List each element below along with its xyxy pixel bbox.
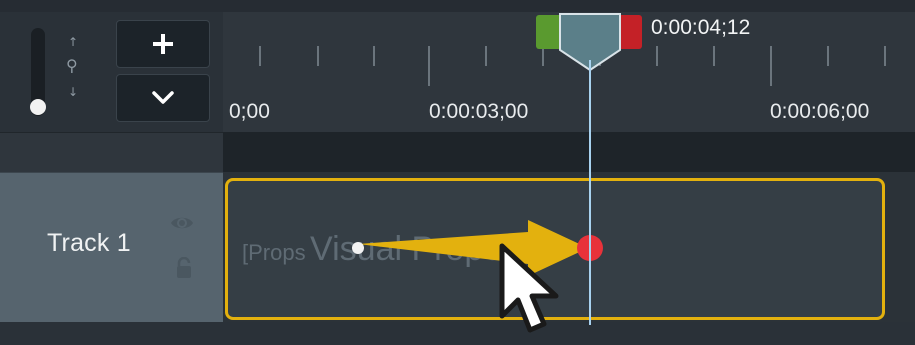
track-gap-header: [0, 132, 223, 173]
timeline-editor: ↑ ⚲ ↓ Track 1 0;00 0:00:03;00 0:00:06;00…: [0, 0, 915, 345]
chevron-down-icon: [152, 91, 174, 104]
ruler-top-strip: [223, 0, 915, 12]
track-header[interactable]: Track 1: [0, 172, 223, 323]
ruler-tick: [542, 46, 544, 66]
ruler-tick: [485, 46, 487, 66]
arrow-up-icon: ↑: [68, 35, 79, 49]
ruler-label: 0;00: [229, 100, 270, 123]
ruler-tick: [827, 46, 829, 66]
out-point-marker[interactable]: [620, 15, 642, 49]
ruler-tick: [884, 46, 886, 66]
timeline-tools-panel: ↑ ⚲ ↓ Track 1: [0, 0, 223, 345]
ruler-label: 0:00:03;00: [429, 100, 529, 123]
ruler-tick: [428, 46, 430, 86]
plus-icon: [153, 34, 173, 54]
track-name[interactable]: Track 1: [47, 229, 131, 258]
ruler-tick: [373, 46, 375, 66]
ruler-tick: [259, 46, 261, 66]
playhead-line[interactable]: [589, 60, 591, 325]
panel-top-strip: [0, 0, 223, 12]
ruler-tick: [770, 46, 772, 86]
animation-start-keyframe[interactable]: [352, 242, 364, 254]
eye-icon[interactable]: [170, 211, 194, 235]
arrow-down-icon: ↓: [68, 85, 79, 99]
ruler-tick: [317, 46, 319, 66]
track-gap: [223, 132, 915, 172]
playhead-time: 0:00:04;12: [651, 16, 751, 39]
ruler-label: 0:00:06;00: [770, 100, 870, 123]
collapse-tracks-button[interactable]: [116, 74, 210, 122]
lock-icon[interactable]: [176, 257, 192, 279]
mouse-cursor-icon: [499, 243, 559, 333]
animation-arrow[interactable]: [340, 220, 620, 290]
magnifier-icon: ⚲: [66, 56, 78, 75]
panel-bottom-row: [0, 322, 223, 345]
zoom-icons: ↑ ⚲ ↓: [60, 36, 88, 102]
ruler-tick: [656, 46, 658, 66]
ruler-tick: [713, 46, 715, 66]
add-track-button[interactable]: [116, 20, 210, 68]
zoom-slider-knob[interactable]: [30, 99, 46, 115]
